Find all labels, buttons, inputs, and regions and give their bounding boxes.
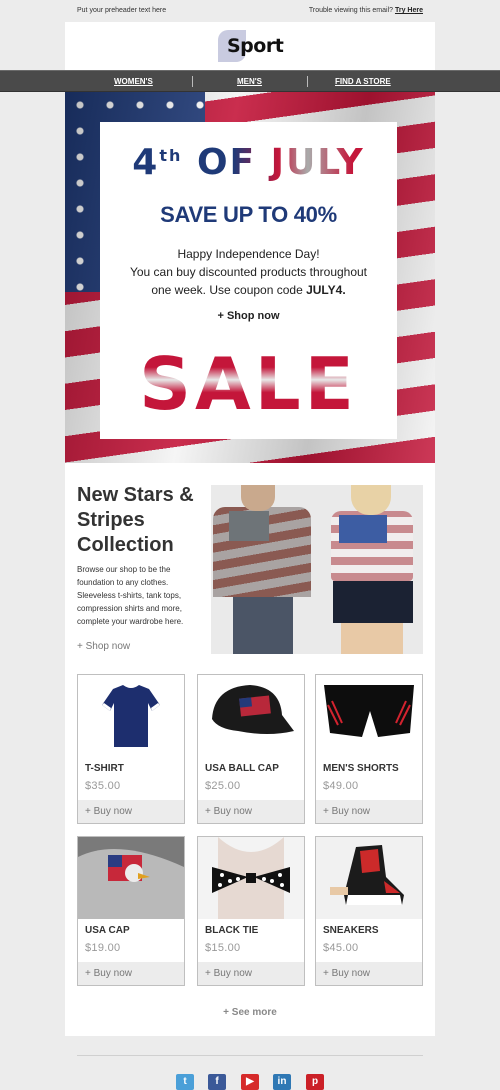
main-nav: WOMEN'S MEN'S FIND A STORE — [0, 70, 500, 92]
hero-shop-now-link[interactable]: + Shop now — [100, 310, 397, 322]
man-jeans — [233, 597, 293, 654]
buy-now-button[interactable]: + Buy now — [316, 962, 422, 985]
buy-now-button[interactable]: + Buy now — [316, 800, 422, 823]
man-head — [241, 485, 275, 511]
woman-shorts — [333, 581, 413, 623]
product-price: $35.00 — [85, 780, 121, 792]
header: Sport — [65, 22, 435, 70]
product-price: $45.00 — [323, 942, 359, 954]
product-card-mens-shorts[interactable]: MEN'S SHORTS $49.00 + Buy now — [315, 674, 423, 824]
linkedin-icon[interactable]: in — [273, 1074, 291, 1090]
hero-title: 4th OF JULY — [100, 142, 397, 183]
main-content: New Stars & Stripes Collection Browse ou… — [65, 463, 435, 1036]
product-name: SNEAKERS — [323, 925, 379, 936]
collection-title: New Stars & Stripes Collection — [77, 484, 194, 556]
nav-divider — [307, 76, 308, 87]
sale-text: SALE — [100, 342, 397, 426]
pinterest-icon[interactable]: p — [306, 1074, 324, 1090]
logo-text: Sport — [227, 35, 284, 57]
try-here-link[interactable]: Try Here — [395, 7, 423, 14]
product-price: $19.00 — [85, 942, 121, 954]
sport-logo[interactable]: Sport — [218, 30, 284, 62]
product-image — [316, 675, 422, 757]
nav-divider — [192, 76, 193, 87]
buy-now-button[interactable]: + Buy now — [198, 962, 304, 985]
trouble-viewing-text: Trouble viewing this email? — [308, 7, 394, 14]
coupon-code: JULY4. — [306, 283, 346, 297]
product-price: $15.00 — [205, 942, 241, 954]
youtube-icon[interactable]: ▶ — [241, 1074, 259, 1090]
product-name: USA CAP — [85, 925, 130, 936]
product-price: $25.00 — [205, 780, 241, 792]
product-card-tshirt[interactable]: T-SHIRT $35.00 + Buy now — [77, 674, 185, 824]
facebook-icon[interactable]: f — [208, 1074, 226, 1090]
nav-item-womens[interactable]: WOMEN'S — [114, 77, 153, 86]
product-name: USA BALL CAP — [205, 763, 279, 774]
see-more-link[interactable]: + See more — [65, 1007, 435, 1018]
save-headline: SAVE UP TO 40% — [160, 202, 337, 227]
product-card-sneakers[interactable]: SNEAKERS $45.00 + Buy now — [315, 836, 423, 986]
product-card-black-tie[interactable]: BLACK TIE $15.00 + Buy now — [197, 836, 305, 986]
woman-legs — [341, 623, 403, 654]
nav-item-mens[interactable]: MEN'S — [237, 77, 262, 86]
collection-image[interactable] — [211, 485, 423, 654]
preheader-text: Put your preheader text here — [77, 7, 167, 14]
man-tshirt-canton — [229, 511, 269, 541]
hero-banner[interactable]: 4th OF JULY SAVE UP TO 40% Happy Indepen… — [65, 92, 435, 463]
preheader: Put your preheader text here Trouble vie… — [0, 0, 500, 22]
twitter-icon[interactable]: t — [176, 1074, 194, 1090]
footer-divider — [77, 1055, 423, 1056]
product-image — [198, 675, 304, 757]
buy-now-button[interactable]: + Buy now — [78, 962, 184, 985]
product-card-usa-ball-cap[interactable]: USA BALL CAP $25.00 + Buy now — [197, 674, 305, 824]
product-name: BLACK TIE — [205, 925, 259, 936]
promo-card: 4th OF JULY SAVE UP TO 40% Happy Indepen… — [100, 122, 397, 439]
product-name: T-SHIRT — [85, 763, 124, 774]
buy-now-button[interactable]: + Buy now — [78, 800, 184, 823]
promo-description: Happy Independence Day! You can buy disc… — [120, 245, 377, 299]
product-price: $49.00 — [323, 780, 359, 792]
product-card-usa-cap[interactable]: USA CAP $19.00 + Buy now — [77, 836, 185, 986]
nav-item-find-a-store[interactable]: FIND A STORE — [335, 77, 391, 86]
collection-shop-now-link[interactable]: + Shop now — [77, 641, 130, 652]
buy-now-button[interactable]: + Buy now — [198, 800, 304, 823]
trouble-viewing: Trouble viewing this email? Try Here — [309, 7, 423, 14]
collection-description: Browse our shop to be the foundation to … — [77, 565, 184, 626]
product-image — [78, 675, 184, 757]
woman-top-canton — [339, 515, 387, 543]
product-image — [198, 837, 304, 919]
product-name: MEN'S SHORTS — [323, 763, 399, 774]
product-image — [316, 837, 422, 919]
promo-line-1: Happy Independence Day! — [177, 247, 320, 261]
product-image — [78, 837, 184, 919]
